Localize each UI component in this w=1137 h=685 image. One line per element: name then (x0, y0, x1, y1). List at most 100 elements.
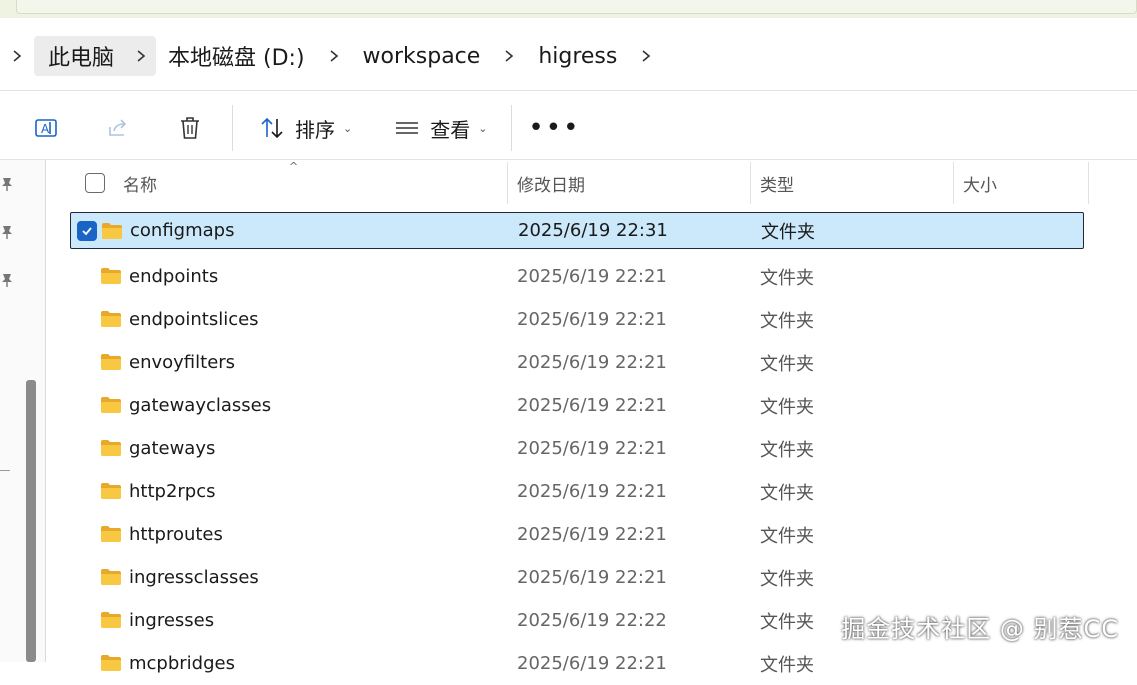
address-field-edge[interactable] (16, 0, 1137, 14)
folder-icon (100, 396, 122, 414)
nav-scrollbar-thumb[interactable] (26, 380, 36, 662)
file-name: gateways (129, 438, 215, 459)
file-date: 2025/6/19 22:21 (517, 352, 667, 373)
breadcrumb: 此电脑 本地磁盘 (D:) workspace higress (0, 28, 1137, 84)
file-type: 文件夹 (760, 479, 814, 505)
folder-icon (100, 525, 122, 543)
column-date[interactable]: 修改日期 (517, 160, 585, 206)
address-strip (0, 0, 1137, 18)
folder-icon (100, 568, 122, 586)
rename-icon: A (33, 115, 59, 141)
column-separator[interactable] (750, 162, 751, 204)
check-icon (77, 221, 97, 241)
toolbar-separator (232, 105, 233, 151)
file-row[interactable]: gatewayclasses 2025/6/19 22:21 文件夹 (70, 384, 1084, 427)
column-separator[interactable] (1088, 162, 1089, 204)
view-button[interactable]: 查看 ⌄ (390, 104, 491, 152)
column-type[interactable]: 类型 (760, 160, 794, 206)
breadcrumb-item-higress[interactable]: higress (526, 36, 629, 76)
folder-icon (100, 611, 122, 629)
delete-button[interactable] (166, 104, 214, 152)
file-name: mcpbridges (129, 653, 235, 674)
file-type: 文件夹 (760, 522, 814, 548)
chevron-down-icon: ⌄ (343, 122, 352, 135)
file-type: 文件夹 (760, 651, 814, 677)
folder-icon (100, 654, 122, 672)
breadcrumb-item-this-pc[interactable]: 此电脑 (34, 36, 128, 76)
file-row[interactable]: mcpbridges 2025/6/19 22:21 文件夹 (70, 642, 1084, 685)
pin-icon (0, 272, 14, 288)
view-list-icon (394, 115, 420, 141)
file-row[interactable]: gateways 2025/6/19 22:21 文件夹 (70, 427, 1084, 470)
toolbar-separator (511, 105, 512, 151)
column-separator[interactable] (507, 162, 508, 204)
breadcrumb-expand-chevron-icon[interactable] (0, 28, 34, 84)
row-checkbox[interactable] (77, 221, 97, 241)
folder-icon (100, 267, 122, 285)
rename-button[interactable]: A (22, 104, 70, 152)
column-separator[interactable] (953, 162, 954, 204)
command-bar: A 排序 ⌄ 查看 ⌄ ••• (0, 96, 1137, 160)
file-date: 2025/6/19 22:21 (517, 266, 667, 287)
file-type: 文件夹 (760, 393, 814, 419)
file-date: 2025/6/19 22:21 (517, 567, 667, 588)
divider (0, 90, 1137, 91)
pin-icon (0, 176, 14, 192)
column-size[interactable]: 大小 (963, 160, 997, 206)
file-date: 2025/6/19 22:21 (517, 481, 667, 502)
file-type: 文件夹 (760, 350, 814, 376)
trash-icon (177, 115, 203, 141)
file-name: envoyfilters (129, 352, 235, 373)
file-name: ingresses (129, 610, 214, 631)
breadcrumb-chevron-icon[interactable] (629, 28, 663, 84)
file-type: 文件夹 (760, 307, 814, 333)
file-row[interactable]: endpointslices 2025/6/19 22:21 文件夹 (70, 298, 1084, 341)
file-type: 文件夹 (761, 218, 815, 244)
more-dots-icon: ••• (528, 113, 580, 143)
file-name: ingressclasses (129, 567, 259, 588)
share-button[interactable] (94, 104, 142, 152)
file-row[interactable]: httproutes 2025/6/19 22:21 文件夹 (70, 513, 1084, 556)
more-options-button[interactable]: ••• (526, 104, 582, 152)
file-name: endpointslices (129, 309, 259, 330)
breadcrumb-chevron-icon[interactable] (126, 36, 156, 76)
pin-icon (0, 224, 14, 240)
file-type: 文件夹 (760, 565, 814, 591)
navigation-pane[interactable] (0, 160, 46, 662)
file-date: 2025/6/19 22:21 (517, 395, 667, 416)
file-date: 2025/6/19 22:21 (517, 309, 667, 330)
file-name: httproutes (129, 524, 223, 545)
breadcrumb-item-local-disk[interactable]: 本地磁盘 (D:) (156, 36, 317, 76)
sort-button[interactable]: 排序 ⌄ (255, 104, 356, 152)
folder-icon (100, 439, 122, 457)
folder-icon (101, 222, 123, 240)
file-date: 2025/6/19 22:31 (518, 220, 668, 241)
file-row[interactable]: http2rpcs 2025/6/19 22:21 文件夹 (70, 470, 1084, 513)
folder-icon (100, 310, 122, 328)
file-name: endpoints (129, 266, 218, 287)
file-type: 文件夹 (760, 436, 814, 462)
sort-label: 排序 (295, 114, 335, 143)
breadcrumb-chevron-icon[interactable] (492, 28, 526, 84)
file-type: 文件夹 (760, 608, 814, 634)
file-row[interactable]: endpoints 2025/6/19 22:21 文件夹 (70, 255, 1084, 298)
chevron-down-icon: ⌄ (478, 122, 487, 135)
view-label: 查看 (430, 114, 470, 143)
file-type: 文件夹 (760, 264, 814, 290)
column-header: ^ 名称 修改日期 类型 大小 (47, 160, 1137, 206)
file-row[interactable]: envoyfilters 2025/6/19 22:21 文件夹 (70, 341, 1084, 384)
nav-divider (0, 470, 10, 471)
file-date: 2025/6/19 22:21 (517, 438, 667, 459)
file-row[interactable]: ingressclasses 2025/6/19 22:21 文件夹 (70, 556, 1084, 599)
file-row[interactable]: configmaps 2025/6/19 22:31 文件夹 (70, 212, 1084, 249)
svg-text:A: A (41, 122, 50, 136)
file-date: 2025/6/19 22:22 (517, 610, 667, 631)
folder-icon (100, 482, 122, 500)
breadcrumb-chevron-icon[interactable] (317, 28, 351, 84)
file-date: 2025/6/19 22:21 (517, 524, 667, 545)
select-all-checkbox[interactable] (85, 160, 105, 206)
breadcrumb-item-workspace[interactable]: workspace (351, 36, 493, 76)
file-name: configmaps (130, 220, 234, 241)
column-name[interactable]: 名称 (123, 160, 157, 206)
watermark: 掘金技术社区 @ 别惹CC (841, 609, 1119, 644)
